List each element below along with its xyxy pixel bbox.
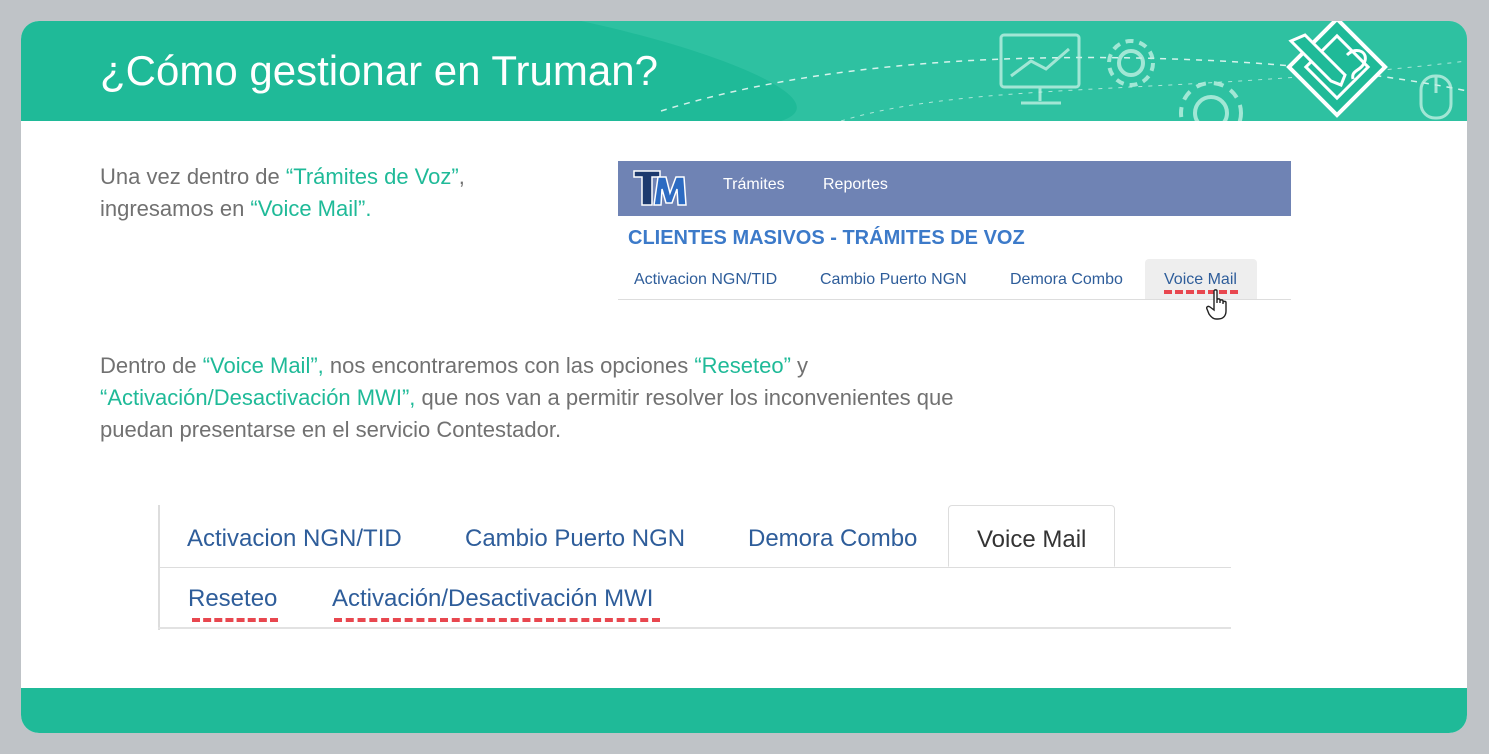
slide: ¿Cómo gestionar en Truman? Una vez dentr…	[21, 21, 1467, 733]
tab-voice-mail-label: Voice Mail	[1164, 271, 1237, 288]
detail-highlight-reseteo: “Reseteo”	[694, 353, 791, 378]
tab-voice-mail[interactable]: Voice Mail	[948, 505, 1115, 567]
intro-text-part: ,	[458, 164, 465, 189]
tab-cambio-puerto[interactable]: Cambio Puerto NGN	[820, 271, 967, 289]
panel-bottom-border	[158, 627, 1231, 629]
subtab-activacion-mwi[interactable]: Activación/Desactivación MWI	[332, 585, 653, 613]
pencil-badge-icon	[1286, 21, 1388, 118]
reseteo-underline	[192, 618, 278, 622]
footer-bar	[21, 688, 1467, 733]
header-banner: ¿Cómo gestionar en Truman?	[21, 21, 1467, 121]
detail-text-part: y	[790, 353, 809, 378]
tab-cambio-puerto[interactable]: Cambio Puerto NGN	[465, 525, 685, 553]
intro-highlight-voicemail: “Voice Mail”.	[250, 196, 372, 221]
intro-text: Una vez dentro de “Trámites de Voz”, ing…	[100, 161, 465, 225]
nav-reportes[interactable]: Reportes	[823, 176, 888, 194]
tab-voice-mail-label: Voice Mail	[977, 526, 1087, 553]
detail-text-part: que nos van a permitir resolver los inco…	[415, 385, 954, 410]
tab-activacion-ngn[interactable]: Activacion NGN/TID	[187, 525, 402, 553]
section-title: CLIENTES MASIVOS - TRÁMITES DE VOZ	[628, 227, 1025, 249]
detail-text: Dentro de “Voice Mail”, nos encontraremo…	[100, 350, 954, 446]
intro-highlight-tramites: “Trámites de Voz”	[285, 164, 459, 189]
subtab-reseteo[interactable]: Reseteo	[188, 585, 277, 613]
tab-activacion-ngn[interactable]: Activacion NGN/TID	[634, 271, 777, 289]
tab-demora-combo[interactable]: Demora Combo	[748, 525, 917, 553]
tabs-divider	[158, 567, 1231, 568]
tabs-zoom-screenshot: Activacion NGN/TID Cambio Puerto NGN Dem…	[158, 505, 1231, 630]
hand-pointer-icon	[1206, 289, 1227, 320]
tab-demora-combo[interactable]: Demora Combo	[1010, 271, 1123, 289]
mwi-underline	[334, 618, 660, 622]
intro-text-part: Una vez dentro de	[100, 164, 286, 189]
truman-logo[interactable]	[630, 165, 690, 211]
detail-highlight-voicemail: “Voice Mail”,	[202, 353, 324, 378]
detail-text-part: puedan presentarse en el servicio Contes…	[100, 417, 562, 442]
navbar: Trámites Reportes	[618, 161, 1291, 216]
intro-text-part: ingresamos en	[100, 196, 251, 221]
detail-text-part: nos encontraremos con las opciones	[323, 353, 695, 378]
detail-highlight-mwi: “Activación/Desactivación MWI”,	[100, 385, 416, 410]
detail-text-part: Dentro de	[100, 353, 203, 378]
page-title: ¿Cómo gestionar en Truman?	[100, 47, 658, 94]
nav-tramites[interactable]: Trámites	[723, 176, 785, 194]
truman-screenshot: Trámites Reportes CLIENTES MASIVOS - TRÁ…	[618, 161, 1291, 321]
